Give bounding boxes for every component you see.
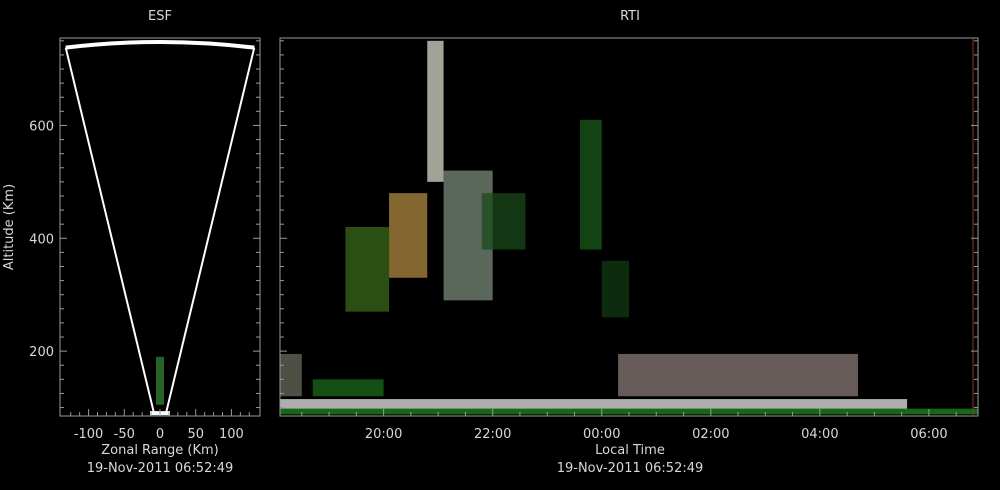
rti-echo-4 [312, 379, 384, 397]
rti-echo-5 [427, 40, 444, 182]
rti-y-axis [280, 40, 978, 409]
esf-y-tick-label: 400 [29, 232, 54, 247]
rti-panel: RTI 20:00 22:00 00:00 02:00 04:00 06:00 Local… [279, 9, 979, 476]
esf-fan-right-edge [165, 47, 256, 414]
esf-echo-0 [156, 356, 164, 405]
esf-x-tick-label: -100 [74, 427, 104, 442]
figure: ESF -100 -50 0 50 100 200 400 600 Zonal Range … [2, 9, 979, 476]
rti-echo-1 [280, 399, 908, 409]
esf-x-tick-label: -50 [114, 427, 135, 442]
esf-echoes [156, 356, 164, 405]
esf-fan-left-edge [64, 47, 155, 414]
rti-x-tick-label: 20:00 [365, 427, 402, 442]
esf-y-label: Altitude (Km) [2, 184, 17, 270]
esf-fan-arc [65, 39, 255, 50]
rti-x-tick-label: 02:00 [692, 427, 729, 442]
rti-echo-2 [618, 353, 859, 397]
rti-x-tick-label: 06:00 [910, 427, 947, 442]
rti-echo-3 [280, 353, 302, 397]
esf-y-tick-label: 600 [29, 119, 54, 134]
rti-x-label: Local Time [595, 443, 665, 458]
rti-echoes [280, 40, 978, 415]
rti-echo-11 [601, 260, 629, 318]
esf-x-axis: -100 -50 0 50 100 [70, 409, 250, 442]
esf-title: ESF [148, 9, 172, 24]
rti-x-tick-label: 04:00 [801, 427, 838, 442]
esf-x-label: Zonal Range (Km) [101, 443, 218, 458]
rti-title: RTI [620, 9, 640, 24]
rti-timestamp: 19-Nov-2011 06:52:49 [557, 461, 704, 476]
esf-panel: ESF -100 -50 0 50 100 200 400 600 Zonal Range … [2, 9, 261, 476]
esf-y-tick-label: 200 [29, 345, 54, 360]
esf-x-tick-label: 0 [156, 427, 164, 442]
rti-echo-10 [579, 119, 602, 250]
rti-x-tick-label: 00:00 [583, 427, 620, 442]
esf-timestamp: 19-Nov-2011 06:52:49 [87, 461, 234, 476]
esf-x-tick-label: 50 [187, 427, 204, 442]
esf-x-tick-label: 100 [219, 427, 244, 442]
rti-echo-9 [481, 193, 526, 250]
rti-echo-6 [389, 193, 428, 278]
esf-y-axis: 200 400 600 [29, 40, 260, 409]
rti-echo-7 [345, 227, 390, 312]
rti-x-tick-label: 22:00 [474, 427, 511, 442]
